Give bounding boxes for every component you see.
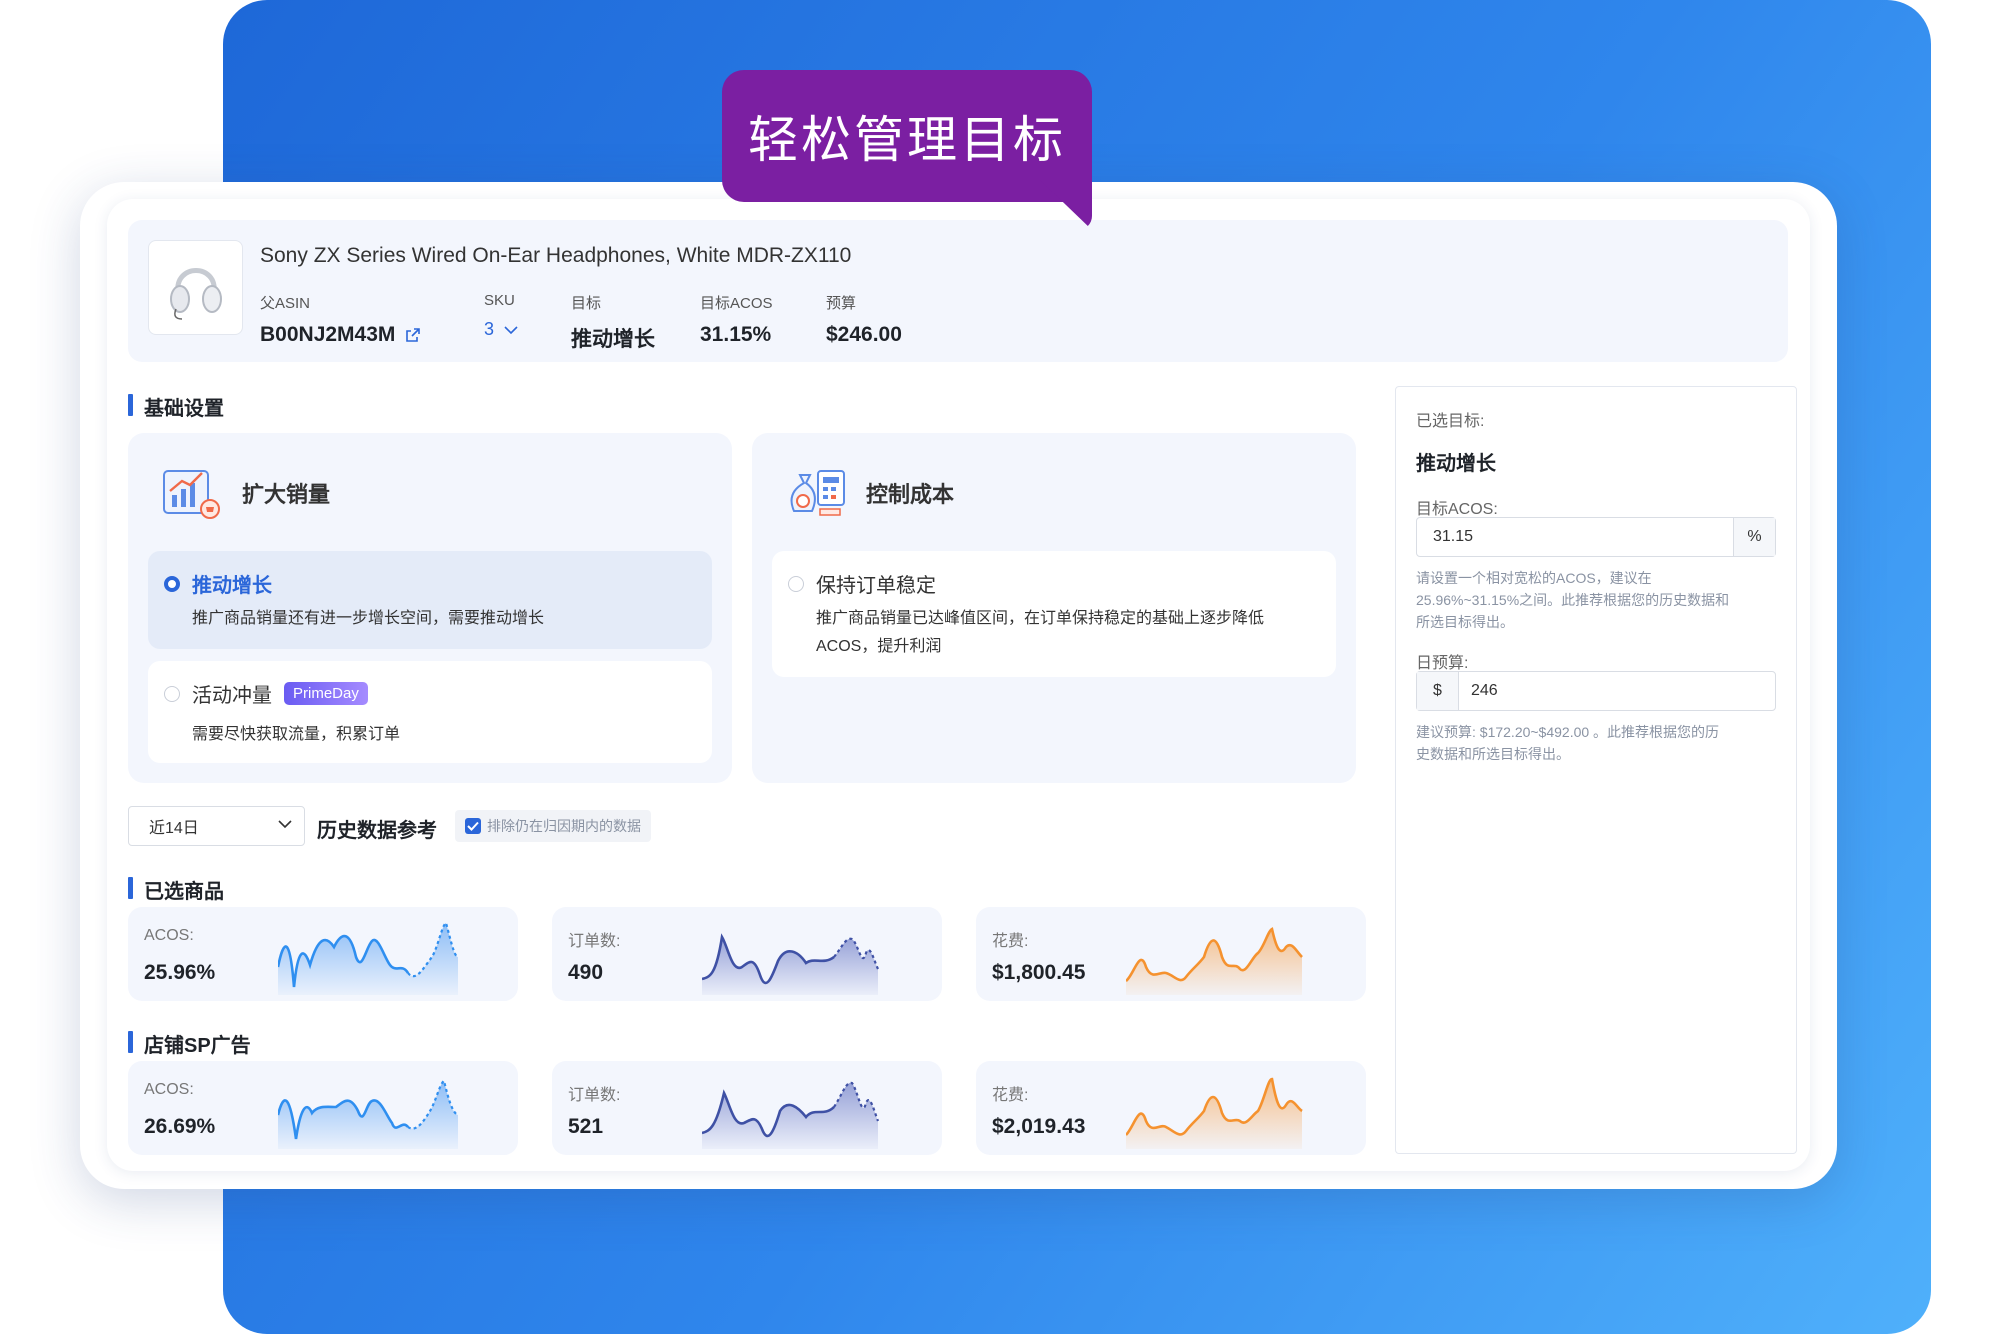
goal-group-title: 控制成本 <box>866 482 955 507</box>
metric-card-spend: 花费: $1,800.45 <box>976 907 1366 1001</box>
budget-field-label: 日预算: <box>1416 655 1469 672</box>
dollar-addon: $ <box>1417 672 1459 710</box>
chevron-down-icon <box>504 325 518 334</box>
sku[interactable]: SKU 3 <box>484 292 518 340</box>
goal-group-control-cost: 控制成本 保持订单稳定 推广商品销量已达峰值区间，在订单保持稳定的基础上逐步降低… <box>752 433 1356 783</box>
cost-control-icon <box>790 470 845 516</box>
product-title: Sony ZX Series Wired On-Ear Headphones, … <box>260 244 852 267</box>
external-link-icon[interactable] <box>405 327 421 343</box>
orders-sparkline <box>702 933 879 995</box>
metric-card-orders: 订单数: 521 <box>552 1061 942 1155</box>
option-desc: 推广商品销量还有进一步增长空间，需要推动增长 <box>192 610 545 627</box>
budget: 预算 $246.00 <box>826 295 902 346</box>
option-name: 保持订单稳定 <box>816 575 936 597</box>
parent-asin: 父ASIN B00NJ2M43M <box>260 292 421 347</box>
date-range-select[interactable]: 近14日 <box>128 806 305 846</box>
primeday-tag: PrimeDay <box>284 682 368 705</box>
store-sp-title: 店铺SP广告 <box>128 1029 251 1058</box>
history-title: 历史数据参考 <box>317 820 437 842</box>
goal-value: 推动增长 <box>571 328 655 351</box>
option-campaign-boost[interactable]: 活动冲量 PrimeDay 需要尽快获取流量，积累订单 <box>148 661 712 763</box>
radio-unselected-icon[interactable] <box>164 685 180 702</box>
option-desc: 需要尽快获取流量，积累订单 <box>192 726 401 743</box>
exclude-attribution-checkbox[interactable]: 排除仍在归因期内的数据 <box>455 810 651 842</box>
parent-asin-value: B00NJ2M43M <box>260 323 396 346</box>
metric-card-spend: 花费: $2,019.43 <box>976 1061 1366 1155</box>
option-name: 活动冲量 <box>192 685 272 707</box>
goal: 目标 推动增长 <box>571 295 655 351</box>
acos-sparkline <box>278 921 459 995</box>
spend-sparkline <box>1126 1077 1303 1149</box>
goal-group-expand-sales: 扩大销量 推动增长 推广商品销量还有进一步增长空间，需要推动增长 活动冲量 Pr… <box>128 433 732 783</box>
acos-hint: 请设置一个相对宽松的ACOS，建议在 25.96%~31.15%之间。此推荐根据… <box>1416 570 1730 630</box>
metric-card-acos: ACOS: 25.96% <box>128 907 518 1001</box>
target-acos-value: 31.15% <box>700 323 772 346</box>
acos-field-label: 目标ACOS: <box>1416 501 1498 518</box>
product-summary: Sony ZX Series Wired On-Ear Headphones, … <box>128 220 1788 362</box>
orders-sparkline <box>702 1081 880 1149</box>
selected-goal-value: 推动增长 <box>1416 453 1496 475</box>
option-keep-orders-stable[interactable]: 保持订单稳定 推广商品销量已达峰值区间，在订单保持稳定的基础上逐步降低 ACOS… <box>772 551 1336 677</box>
chevron-down-icon <box>278 820 292 829</box>
budget-value: $246.00 <box>826 323 902 346</box>
selected-goal-label: 已选目标: <box>1416 413 1485 430</box>
radio-selected-icon[interactable] <box>164 575 180 592</box>
acos-input[interactable]: 31.15 % <box>1416 517 1776 557</box>
sales-chart-icon <box>163 470 220 519</box>
acos-sparkline <box>278 1079 459 1149</box>
option-name: 推动增长 <box>192 575 272 597</box>
spend-sparkline <box>1126 927 1303 995</box>
selected-products-title: 已选商品 <box>128 875 224 904</box>
banner-title: 轻松管理目标 <box>722 70 1092 202</box>
metric-card-acos: ACOS: 26.69% <box>128 1061 518 1155</box>
goal-group-title: 扩大销量 <box>242 482 331 507</box>
selected-goal-panel: 已选目标: 推动增长 目标ACOS: 31.15 % 请设置一个相对宽松的ACO… <box>1395 386 1797 1154</box>
target-acos: 目标ACOS 31.15% <box>700 295 773 346</box>
budget-hint: 建议预算: $172.20~$492.00 。此推荐根据您的历 史数据和所选目标… <box>1416 724 1720 762</box>
headphones-icon <box>148 240 243 335</box>
daily-budget-input[interactable]: $ 246 <box>1416 671 1776 711</box>
metric-card-orders: 订单数: 490 <box>552 907 942 1001</box>
checkbox-checked-icon[interactable] <box>465 818 481 834</box>
basic-settings-title: 基础设置 <box>128 392 224 421</box>
option-desc: 推广商品销量已达峰值区间，在订单保持稳定的基础上逐步降低 ACOS，提升利润 <box>816 610 1265 655</box>
option-push-growth[interactable]: 推动增长 推广商品销量还有进一步增长空间，需要推动增长 <box>148 551 712 649</box>
percent-addon: % <box>1733 518 1775 556</box>
sku-value: 3 <box>484 319 495 339</box>
radio-unselected-icon[interactable] <box>788 575 804 592</box>
